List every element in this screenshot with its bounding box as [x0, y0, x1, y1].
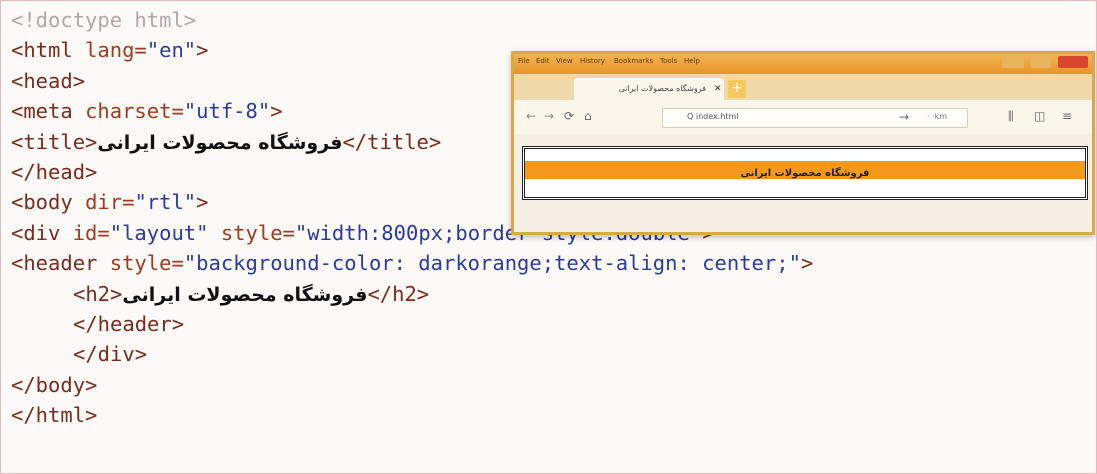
code-tag: <body	[11, 190, 86, 215]
window-controls	[1000, 56, 1088, 75]
code-value: "background-color: darkorange;text-align…	[183, 251, 801, 276]
code-text: فروشگاه محصولات ایرانی	[122, 283, 368, 306]
browser-window: File Edit View History Bookmarks Tools H…	[511, 51, 1095, 235]
menu-edit[interactable]: Edit	[536, 57, 550, 65]
library-icon[interactable]: ⫼	[1008, 109, 1014, 124]
code-attribute: dir=	[85, 190, 135, 215]
code-value: "en"	[146, 38, 197, 63]
code-line: </header>	[11, 309, 813, 339]
go-arrow-icon[interactable]: →	[899, 110, 909, 124]
code-tag: <!doctype html>	[11, 8, 197, 32]
code-line: </div>	[11, 339, 813, 369]
menu-help[interactable]: Help	[684, 57, 700, 65]
rendered-header: فروشگاه محصولات ایرانی	[525, 161, 1085, 179]
code-attribute: style=	[109, 251, 184, 276]
menu-view[interactable]: View	[556, 57, 573, 65]
code-tag: >	[196, 38, 209, 63]
code-attribute: id=	[72, 220, 110, 245]
menu-history[interactable]: History	[580, 57, 605, 65]
code-line: <header style="background-color: darkora…	[11, 248, 813, 278]
url-text: Q index.html	[687, 112, 739, 121]
code-tag: </head>	[11, 159, 98, 184]
reload-icon[interactable]: ⟳	[564, 109, 574, 123]
close-icon[interactable]: ✕	[714, 84, 722, 94]
forward-icon[interactable]: →	[544, 109, 554, 123]
code-value: "utf-8"	[183, 99, 271, 124]
back-icon[interactable]: ←	[526, 109, 536, 123]
menu-tools[interactable]: Tools	[660, 57, 677, 65]
code-line: <h2>فروشگاه محصولات ایرانی</h2>	[11, 279, 813, 309]
home-icon[interactable]: ⌂	[584, 109, 592, 123]
code-tag: <html	[11, 38, 86, 63]
code-tag: >	[196, 190, 209, 215]
code-tag: </h2>	[367, 281, 430, 306]
code-tag: <h2>	[73, 281, 123, 306]
menu-file[interactable]: File	[518, 57, 530, 65]
code-tag: </header>	[73, 311, 185, 336]
code-tag: </title>	[342, 129, 442, 154]
code-value: "rtl"	[134, 190, 197, 215]
search-engine-label: · ·km	[927, 112, 948, 121]
code-tag: >	[800, 251, 814, 276]
code-tag: <head>	[11, 68, 86, 93]
tab-strip: ✕ فروشگاه محصولات ایرانی	[514, 74, 1092, 100]
close-window-button[interactable]	[1058, 56, 1088, 68]
code-attribute: lang=	[85, 38, 147, 63]
menu-bookmarks[interactable]: Bookmarks	[614, 57, 653, 65]
sidebar-icon[interactable]: ◫	[1034, 109, 1045, 123]
code-tag: </body>	[11, 372, 98, 397]
code-attribute: style=	[208, 220, 295, 245]
code-tag: <header	[11, 251, 110, 276]
code-tag: </html>	[11, 403, 98, 428]
address-bar[interactable]: Q index.html → · ·km	[662, 108, 968, 128]
code-line: </html>	[11, 400, 813, 430]
tab-title: فروشگاه محصولات ایرانی	[618, 84, 706, 93]
minimize-button[interactable]	[1001, 56, 1024, 68]
code-tag: </div>	[73, 342, 148, 367]
code-value: "layout"	[109, 220, 209, 245]
code-line: <!doctype html>	[11, 5, 813, 35]
rendered-heading: فروشگاه محصولات ایرانی	[740, 168, 870, 179]
title-bar: File Edit View History Bookmarks Tools H…	[514, 54, 1092, 74]
tab-active[interactable]: ✕ فروشگاه محصولات ایرانی	[574, 78, 724, 100]
code-tag: <meta	[11, 99, 86, 124]
new-tab-button[interactable]: +	[728, 80, 746, 98]
code-text: فروشگاه محصولات ایرانی	[97, 131, 343, 154]
maximize-button[interactable]	[1030, 56, 1051, 68]
rendered-layout-div: فروشگاه محصولات ایرانی	[522, 146, 1088, 200]
screenshot-frame: <!doctype html> <html lang="en"> <head> …	[0, 0, 1097, 474]
navigation-bar: ← → ⟳ ⌂ Q index.html → · ·km ⫼ ◫ ≡	[514, 100, 1092, 134]
code-tag: <title>	[11, 129, 98, 154]
code-attribute: charset=	[85, 99, 184, 124]
code-tag: <div	[11, 220, 73, 245]
menu-icon[interactable]: ≡	[1062, 109, 1072, 123]
code-line: </body>	[11, 370, 813, 400]
code-tag: >	[270, 99, 283, 124]
